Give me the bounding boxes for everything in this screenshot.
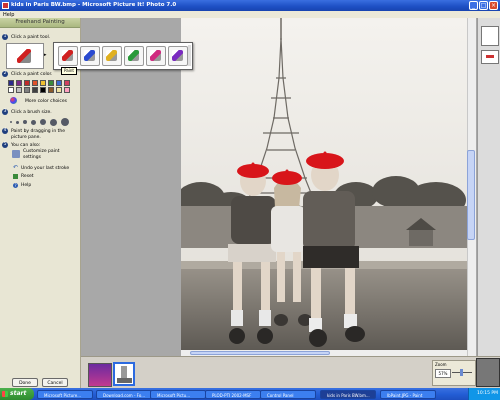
taskbar-button[interactable]: kids in Paris BW.bm... <box>320 390 376 399</box>
more-color-choices-link[interactable]: More color choices <box>25 99 67 104</box>
step-1-badge: 1 <box>2 34 8 40</box>
filmstrip-thumbnail-2[interactable] <box>113 362 135 386</box>
settings-icon <box>12 150 20 158</box>
pane-header: Freehand Painting <box>0 18 80 28</box>
paint-tool-selector[interactable] <box>6 43 44 69</box>
color-swatch[interactable] <box>24 80 30 86</box>
cancel-button[interactable]: Cancel <box>42 378 68 387</box>
color-palette <box>8 80 74 94</box>
clock: 10:15 PM <box>477 391 498 396</box>
windows-flag-icon <box>2 391 8 397</box>
undo-icon: ↶ <box>13 164 19 171</box>
zoom-control: Zoom 57% <box>432 360 476 386</box>
color-swatch[interactable] <box>56 80 62 86</box>
brush-size-selector[interactable] <box>10 117 70 127</box>
help-link[interactable]: Help <box>21 183 31 188</box>
right-side-panel <box>477 18 500 356</box>
paintbrush-yellow-icon[interactable] <box>102 46 122 66</box>
close-button[interactable]: × <box>489 1 498 10</box>
side-thumb-2[interactable] <box>481 50 499 64</box>
taskbar-button[interactable]: lbPaint.JPG - Paint <box>380 390 436 399</box>
step-5-label: You can also: <box>11 143 41 148</box>
minimize-button[interactable]: _ <box>469 1 478 10</box>
taskbar-button[interactable]: Microsoft Picture... <box>37 390 93 399</box>
side-thumb-1[interactable] <box>481 26 499 46</box>
title-bar: kids in Paris BW.bmp - Microsoft Picture… <box>0 0 500 11</box>
paintbrush-magenta-icon[interactable] <box>146 46 166 66</box>
app-icon <box>2 2 9 9</box>
color-swatch[interactable] <box>40 80 46 86</box>
step-3-label: Click a brush size. <box>11 110 52 115</box>
paintbrush-purple-icon[interactable] <box>168 46 188 66</box>
kids-in-paris-photo <box>181 18 467 350</box>
color-swatch[interactable] <box>48 80 54 86</box>
zoom-input[interactable]: 57% <box>435 369 451 378</box>
system-tray: 10:15 PM <box>468 388 500 400</box>
color-swatch[interactable] <box>48 87 54 93</box>
popup-scrollbar[interactable] <box>188 45 191 66</box>
paintbrush-red-icon[interactable] <box>58 46 78 66</box>
window-title: kids in Paris BW.bmp - Microsoft Picture… <box>11 2 177 8</box>
undo-link[interactable]: Undo your last stroke <box>21 166 69 171</box>
paintbrush-icon <box>17 49 31 63</box>
reset-icon <box>13 174 18 179</box>
zoom-slider-thumb[interactable] <box>460 369 463 376</box>
vertical-scroll-thumb[interactable] <box>467 150 475 240</box>
chevron-right-icon[interactable]: ▸ <box>44 52 47 58</box>
color-swatch[interactable] <box>24 87 30 93</box>
step-2-label: Click a paint color. <box>11 72 53 77</box>
color-wheel-icon <box>10 97 17 104</box>
maximize-button[interactable]: □ <box>479 1 488 10</box>
color-swatch[interactable] <box>64 87 70 93</box>
taskbar-button[interactable]: Download.com - Fo... <box>96 390 152 399</box>
customize-paint-settings-link[interactable]: Customize paint settings <box>23 149 75 160</box>
help-icon: ? <box>13 183 18 188</box>
paintbrush-green-icon[interactable] <box>124 46 144 66</box>
taskbar-button[interactable]: PLOD-PTI 2002-MSF <box>205 390 261 399</box>
taskbar-button[interactable]: Microsoft Pictu... <box>150 390 206 399</box>
color-swatch[interactable] <box>16 80 22 86</box>
color-swatch[interactable] <box>40 87 46 93</box>
paintbrush-blue-icon[interactable] <box>80 46 100 66</box>
color-swatch[interactable] <box>32 80 38 86</box>
color-swatch[interactable] <box>32 87 38 93</box>
step-5-badge: 5 <box>2 142 8 148</box>
paint-tooltip: Paint <box>61 67 77 75</box>
done-button[interactable]: Done <box>12 378 38 387</box>
taskbar-button[interactable]: Control Panel <box>260 390 316 399</box>
step-3-badge: 3 <box>2 109 8 115</box>
color-swatch[interactable] <box>64 80 70 86</box>
zoom-label: Zoom <box>435 362 447 367</box>
color-swatch[interactable] <box>56 87 62 93</box>
color-swatch[interactable] <box>8 87 14 93</box>
preview-thumbnail[interactable] <box>476 358 500 387</box>
color-swatch[interactable] <box>8 80 14 86</box>
color-swatch[interactable] <box>16 87 22 93</box>
step-4-badge: 4 <box>2 128 8 134</box>
step-1-label: Click a paint tool. <box>11 35 51 40</box>
filmstrip-thumbnail-1[interactable] <box>88 363 112 387</box>
horizontal-scroll-thumb[interactable] <box>190 351 330 355</box>
step-4-label: Paint by dragging in the picture pane. <box>11 129 65 140</box>
reset-link[interactable]: Reset <box>21 174 34 179</box>
step-2-badge: 2 <box>2 71 8 77</box>
photo-canvas[interactable] <box>181 18 467 350</box>
paint-tools-popup <box>53 42 193 70</box>
pane-title: Freehand Painting <box>15 19 65 25</box>
